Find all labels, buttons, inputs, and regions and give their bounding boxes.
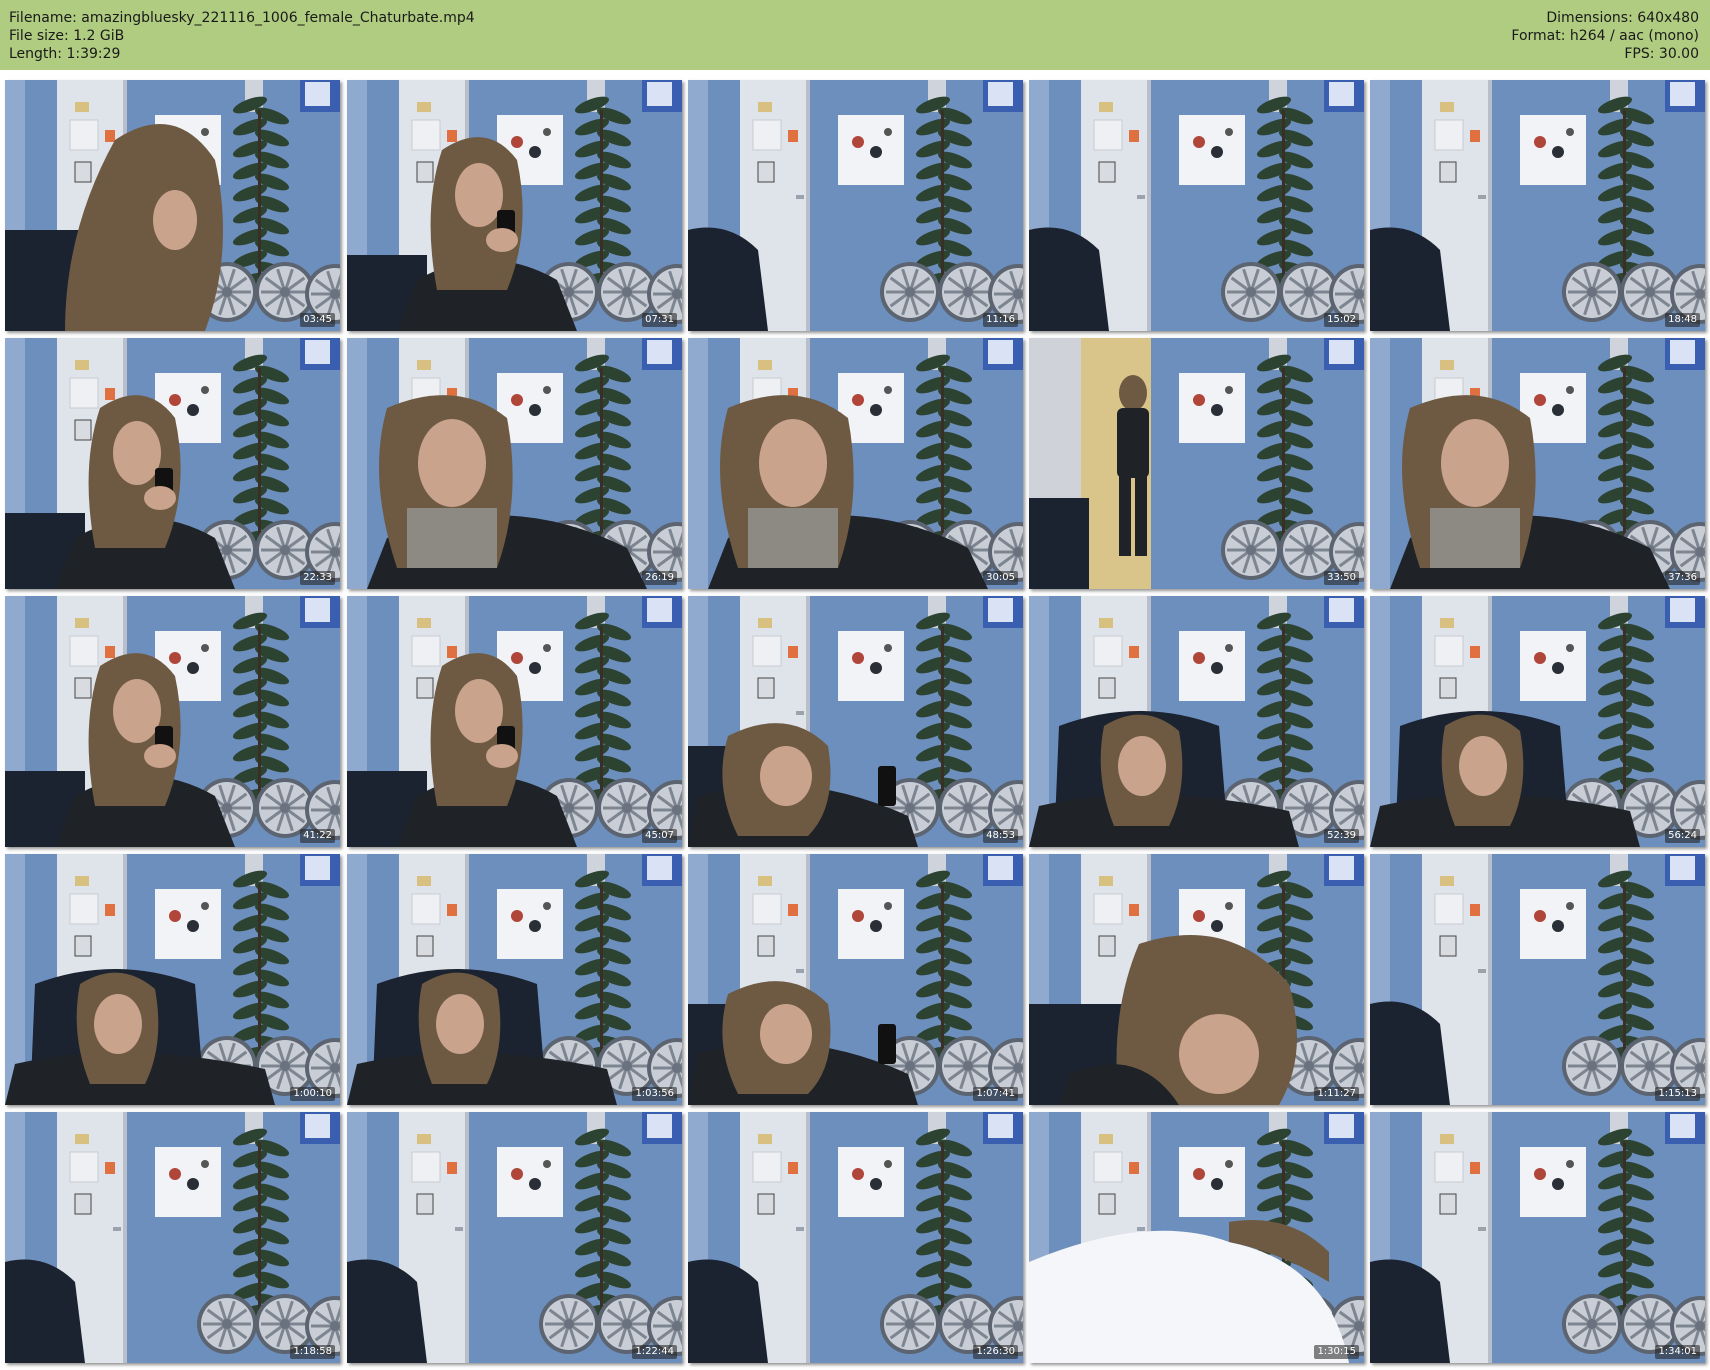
timestamp-label: 26:19 [642,571,677,585]
timestamp-label: 1:03:56 [632,1087,677,1101]
video-thumbnail: 1:11:27 [1029,854,1364,1105]
video-thumbnail: 1:22:44 [347,1112,682,1363]
video-thumbnail: 48:53 [688,596,1023,847]
thumbnail-frame [688,80,1023,331]
video-thumbnail: 1:30:15 [1029,1112,1364,1363]
timestamp-label: 1:18:58 [290,1345,335,1359]
thumbnail-frame [5,596,340,847]
timestamp-label: 41:22 [300,829,335,843]
thumbnail-frame [1029,1112,1364,1363]
timestamp-label: 15:02 [1324,313,1359,327]
thumbnail-frame [688,854,1023,1105]
thumbnail-frame [347,596,682,847]
video-thumbnail: 1:00:10 [5,854,340,1105]
video-thumbnail: 1:07:41 [688,854,1023,1105]
video-thumbnail: 11:16 [688,80,1023,331]
thumbnail-frame [688,596,1023,847]
video-thumbnail: 26:19 [347,338,682,589]
timestamp-label: 1:26:30 [973,1345,1018,1359]
video-thumbnail: 03:45 [5,80,340,331]
thumbnail-frame [347,854,682,1105]
thumbnail-frame [1029,338,1364,589]
thumbnail-frame [1370,596,1705,847]
thumbnail-frame [5,854,340,1105]
video-thumbnail: 18:48 [1370,80,1705,331]
video-thumbnail: 30:05 [688,338,1023,589]
video-thumbnail: 1:15:13 [1370,854,1705,1105]
timestamp-label: 48:53 [983,829,1018,843]
timestamp-label: 1:34:01 [1655,1345,1700,1359]
thumbnail-frame [347,1112,682,1363]
thumbnail-frame [1029,80,1364,331]
video-thumbnail: 1:18:58 [5,1112,340,1363]
timestamp-label: 56:24 [1665,829,1700,843]
video-thumbnail: 1:26:30 [688,1112,1023,1363]
timestamp-label: 07:31 [642,313,677,327]
timestamp-label: 1:30:15 [1314,1345,1359,1359]
thumbnail-frame [1370,854,1705,1105]
video-thumbnail: 22:33 [5,338,340,589]
timestamp-label: 30:05 [983,571,1018,585]
timestamp-label: 1:00:10 [290,1087,335,1101]
video-thumbnail: 15:02 [1029,80,1364,331]
thumbnail-frame [1029,854,1364,1105]
video-thumbnail: 52:39 [1029,596,1364,847]
video-thumbnail: 45:07 [347,596,682,847]
thumbnail-frame [347,338,682,589]
timestamp-label: 11:16 [983,313,1018,327]
timestamp-label: 22:33 [300,571,335,585]
timestamp-label: 18:48 [1665,313,1700,327]
timestamp-label: 45:07 [642,829,677,843]
video-thumbnail: 37:36 [1370,338,1705,589]
thumbnail-frame [688,1112,1023,1363]
thumbnail-frame [1370,80,1705,331]
timestamp-label: 37:36 [1665,571,1700,585]
video-thumbnail: 07:31 [347,80,682,331]
timestamp-label: 1:07:41 [973,1087,1018,1101]
thumbnail-frame [5,338,340,589]
video-thumbnail: 1:03:56 [347,854,682,1105]
thumbnail-frame [1370,1112,1705,1363]
thumbnail-frame [5,1112,340,1363]
video-thumbnail: 1:34:01 [1370,1112,1705,1363]
video-thumbnail: 41:22 [5,596,340,847]
timestamp-label: 1:22:44 [632,1345,677,1359]
timestamp-label: 52:39 [1324,829,1359,843]
video-thumbnail: 33:50 [1029,338,1364,589]
thumbnail-frame [347,80,682,331]
timestamp-label: 1:11:27 [1314,1087,1359,1101]
video-thumbnail: 56:24 [1370,596,1705,847]
thumbnail-grid: 03:45 07:31 11:16 15:02 18:48 22:33 26:19 30:05… [0,0,1710,1370]
timestamp-label: 1:15:13 [1655,1087,1700,1101]
thumbnail-frame [1029,596,1364,847]
timestamp-label: 03:45 [300,313,335,327]
thumbnail-frame [688,338,1023,589]
thumbnail-frame [1370,338,1705,589]
thumbnail-frame [5,80,340,331]
timestamp-label: 33:50 [1324,571,1359,585]
